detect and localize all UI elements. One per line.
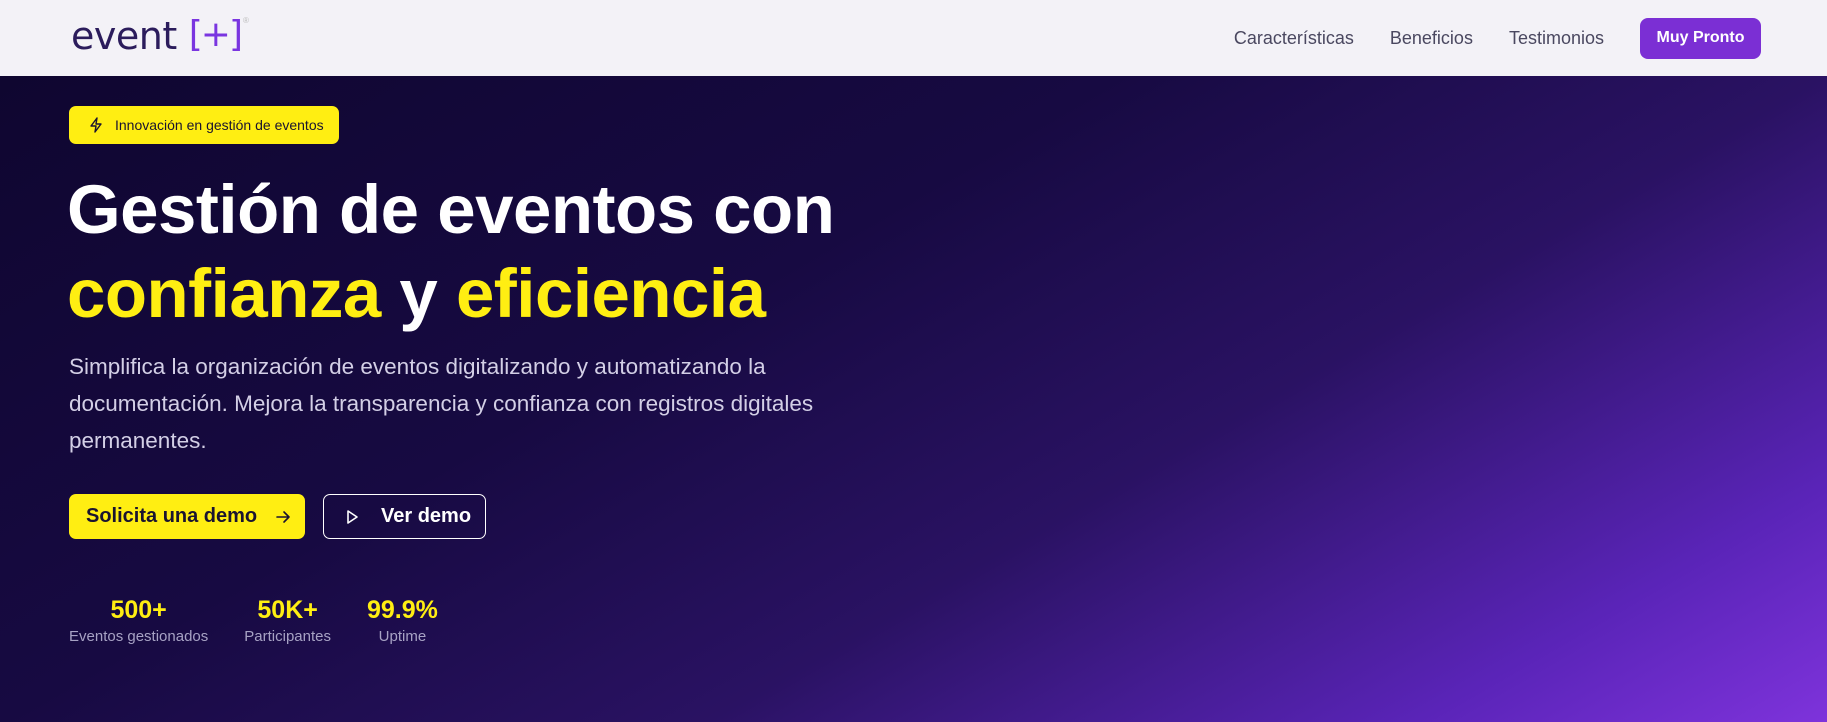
site-header: event [+] ® Características Beneficios T…	[0, 0, 1827, 76]
hero-section: Innovación en gestión de eventos Gestión…	[0, 76, 1827, 722]
stat-label: Uptime	[378, 628, 427, 645]
hero-description: Simplifica la organización de eventos di…	[69, 354, 814, 453]
logo-plus-mark: [+]	[188, 13, 243, 55]
nav-link-beneficios[interactable]: Beneficios	[1390, 28, 1473, 49]
hero-title: Gestión de eventos con confianza y efici…	[67, 168, 835, 336]
logo-wordmark: event	[71, 14, 177, 58]
logo-registered-mark: ®	[243, 15, 249, 25]
main-nav: Características Beneficios Testimonios M…	[1234, 0, 1827, 76]
hero-title-line1: Gestión de eventos con	[67, 171, 835, 248]
hero-title-highlight-confianza: confianza	[67, 255, 381, 332]
stat-label: Participantes	[244, 628, 331, 645]
stat-value: 50K+	[257, 596, 318, 624]
stat-label: Eventos gestionados	[69, 628, 209, 645]
request-demo-button[interactable]: Solicita una demo	[69, 494, 305, 539]
innovation-badge: Innovación en gestión de eventos	[69, 106, 339, 144]
hero-title-connector: y	[380, 255, 456, 332]
request-demo-label: Solicita una demo	[86, 505, 258, 527]
hero-title-highlight-eficiencia: eficiencia	[455, 255, 766, 332]
stat-value: 500+	[110, 596, 167, 624]
stat-value: 99.9%	[366, 596, 438, 624]
stat-uptime: 99.9% Uptime	[367, 596, 438, 645]
nav-link-testimonios[interactable]: Testimonios	[1509, 28, 1604, 49]
badge-label: Innovación en gestión de eventos	[115, 117, 324, 133]
stat-eventos: 500+ Eventos gestionados	[69, 596, 208, 645]
view-demo-button[interactable]: Ver demo	[323, 494, 486, 539]
brand-logo[interactable]: event [+] ®	[71, 13, 249, 59]
stat-participantes: 50K+ Participantes	[244, 596, 331, 645]
arrow-right-icon	[275, 510, 291, 524]
stats-row: 500+ Eventos gestionados 50K+ Participan…	[69, 596, 474, 645]
view-demo-label: Ver demo	[381, 505, 472, 527]
nav-link-caracteristicas[interactable]: Características	[1234, 28, 1354, 49]
play-icon	[346, 509, 359, 525]
lightning-icon	[89, 117, 103, 133]
muy-pronto-button[interactable]: Muy Pronto	[1640, 17, 1761, 59]
